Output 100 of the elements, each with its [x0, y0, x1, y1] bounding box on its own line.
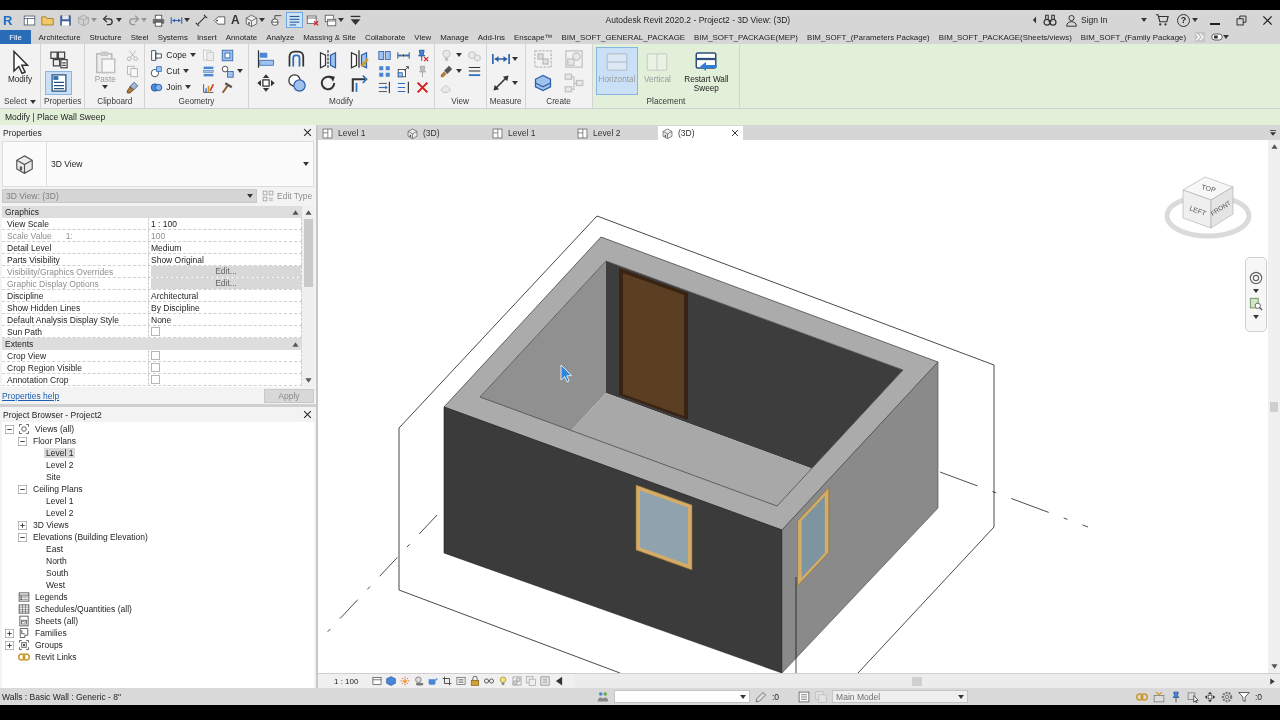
down-triangle-icon[interactable] — [1270, 663, 1278, 670]
teapot-icon[interactable] — [428, 676, 439, 686]
caret-icon[interactable] — [1253, 288, 1259, 293]
bar-caret-icon[interactable] — [1269, 128, 1277, 137]
toolbar-button[interactable] — [150, 12, 167, 28]
view-scale-button[interactable]: 1 : 100 — [334, 676, 359, 686]
cart-button[interactable] — [1153, 12, 1171, 28]
pencil-icon[interactable] — [755, 690, 767, 703]
property-value[interactable]: By Discipline — [151, 302, 200, 313]
property-group-header[interactable]: Graphics — [2, 206, 302, 218]
tree-item[interactable]: Schedules/Quantities (all) — [33, 604, 134, 614]
caret-icon[interactable] — [1222, 35, 1229, 39]
minus-box-icon[interactable] — [5, 424, 14, 434]
left-triangle-icon[interactable] — [1032, 16, 1037, 24]
zoom-icon[interactable] — [1249, 296, 1263, 311]
ribbon-tool-button[interactable]: Restart Wall Sweep — [676, 47, 737, 95]
ribbon-tool-button[interactable] — [45, 71, 72, 95]
tree-item[interactable]: Level 2 — [44, 460, 76, 470]
toolbar-button[interactable] — [21, 12, 38, 28]
plus-box-icon[interactable] — [18, 520, 27, 530]
app-logo[interactable]: R — [3, 13, 17, 27]
tree-item[interactable]: West — [44, 580, 68, 590]
document-tab[interactable]: Level 1 — [318, 126, 403, 140]
document-tab[interactable]: (3D) — [658, 126, 743, 140]
people-icon[interactable] — [597, 690, 609, 703]
property-value[interactable]: None — [151, 314, 172, 325]
toolbar-button[interactable] — [100, 12, 124, 28]
property-group-header[interactable]: Extents — [2, 338, 302, 350]
close-button[interactable] — [302, 409, 313, 420]
bulb-icon[interactable] — [498, 676, 509, 686]
tree-item[interactable]: Sheets (all) — [33, 616, 80, 626]
tree-item[interactable]: Site — [44, 472, 63, 482]
minus-box-icon[interactable] — [18, 484, 27, 494]
ribbon-tool-button[interactable]: Modify — [3, 47, 37, 95]
tree-item[interactable]: Elevations (Building Elevation) — [31, 532, 150, 542]
down-triangle-icon[interactable] — [304, 377, 312, 384]
steering-wheel-icon[interactable] — [1249, 270, 1263, 285]
property-value[interactable]: Show Original — [151, 254, 204, 265]
search-button[interactable] — [1041, 12, 1059, 28]
toggle-pill-icon[interactable] — [1210, 31, 1223, 43]
property-value[interactable]: Medium — [151, 242, 182, 253]
tree-item[interactable]: East — [44, 544, 65, 554]
toolbar-button[interactable] — [193, 12, 210, 28]
gear-icon[interactable] — [1220, 690, 1233, 703]
left-triangle-icon[interactable] — [554, 676, 565, 686]
scrollbar-thumb[interactable] — [1270, 401, 1278, 412]
shadow-icon[interactable] — [414, 676, 425, 686]
document-tab[interactable]: Level 2 — [573, 126, 658, 140]
text-tool-button[interactable]: A — [229, 12, 242, 28]
close-icon[interactable] — [731, 129, 739, 137]
caret-icon[interactable] — [1253, 314, 1259, 319]
tree-item[interactable]: Ceiling Plans — [31, 484, 85, 494]
tree-item[interactable]: Floor Plans — [31, 436, 78, 446]
tree-item[interactable]: Level 2 — [44, 508, 76, 518]
tree-item[interactable]: Legends — [33, 592, 70, 602]
scrollbar-thumb[interactable] — [912, 676, 922, 686]
minus-box-icon[interactable] — [18, 532, 27, 542]
tree-item[interactable]: Revit Links — [33, 652, 79, 662]
scrollbar[interactable] — [575, 674, 1280, 688]
document-tab[interactable]: (3D) — [403, 126, 488, 140]
toolbar-button[interactable] — [285, 12, 303, 28]
checkbox[interactable] — [151, 327, 160, 336]
pin-icon[interactable] — [1169, 690, 1182, 703]
up-triangle-icon[interactable] — [1270, 143, 1278, 150]
tree-item[interactable]: Level 1 — [44, 448, 76, 458]
sun-icon[interactable] — [400, 676, 411, 686]
tree-item[interactable]: Families — [33, 628, 69, 638]
property-value[interactable]: Architectural — [151, 290, 199, 301]
type-selector[interactable]: 3D View — [2, 141, 314, 187]
checkbox[interactable] — [151, 351, 160, 360]
padlock-icon[interactable] — [470, 676, 481, 686]
panel-label[interactable]: Select — [4, 97, 27, 106]
caret-icon[interactable] — [29, 99, 36, 104]
scrollbar[interactable] — [1268, 140, 1280, 673]
crop-frame-icon[interactable] — [442, 676, 453, 686]
toolbar-button[interactable] — [57, 12, 74, 28]
list-page-icon[interactable] — [798, 690, 811, 703]
grid-table-icon[interactable] — [456, 676, 467, 686]
checkbox[interactable] — [151, 375, 160, 384]
glasses-icon[interactable] — [484, 676, 495, 686]
sign-in-button[interactable]: Sign In — [1063, 13, 1149, 27]
window[interactable] — [635, 484, 693, 571]
door[interactable] — [619, 268, 688, 420]
section-box[interactable] — [398, 215, 995, 673]
shaded-cube-icon[interactable] — [386, 676, 397, 686]
workset-field[interactable] — [614, 690, 750, 703]
tree-item[interactable]: South — [44, 568, 71, 578]
tree-item[interactable]: 3D Views — [31, 520, 71, 530]
ribbon-tool-button[interactable]: Cut — [148, 63, 198, 79]
checkbox[interactable] — [151, 363, 160, 372]
cursor-square-icon[interactable] — [1186, 690, 1199, 703]
right-triangle-icon[interactable] — [1269, 677, 1276, 685]
tree-item[interactable]: Views (all) — [33, 424, 77, 434]
ribbon-tool-button[interactable]: Cope — [148, 47, 198, 63]
tree-item[interactable]: Level 1 — [44, 496, 76, 506]
plus-box-icon[interactable] — [5, 640, 14, 650]
scrollbar-thumb[interactable] — [303, 219, 313, 287]
ribbon-tool-button[interactable]: Join — [148, 79, 198, 95]
filter-icon[interactable] — [1237, 690, 1250, 703]
plus-box-icon[interactable] — [5, 628, 14, 638]
